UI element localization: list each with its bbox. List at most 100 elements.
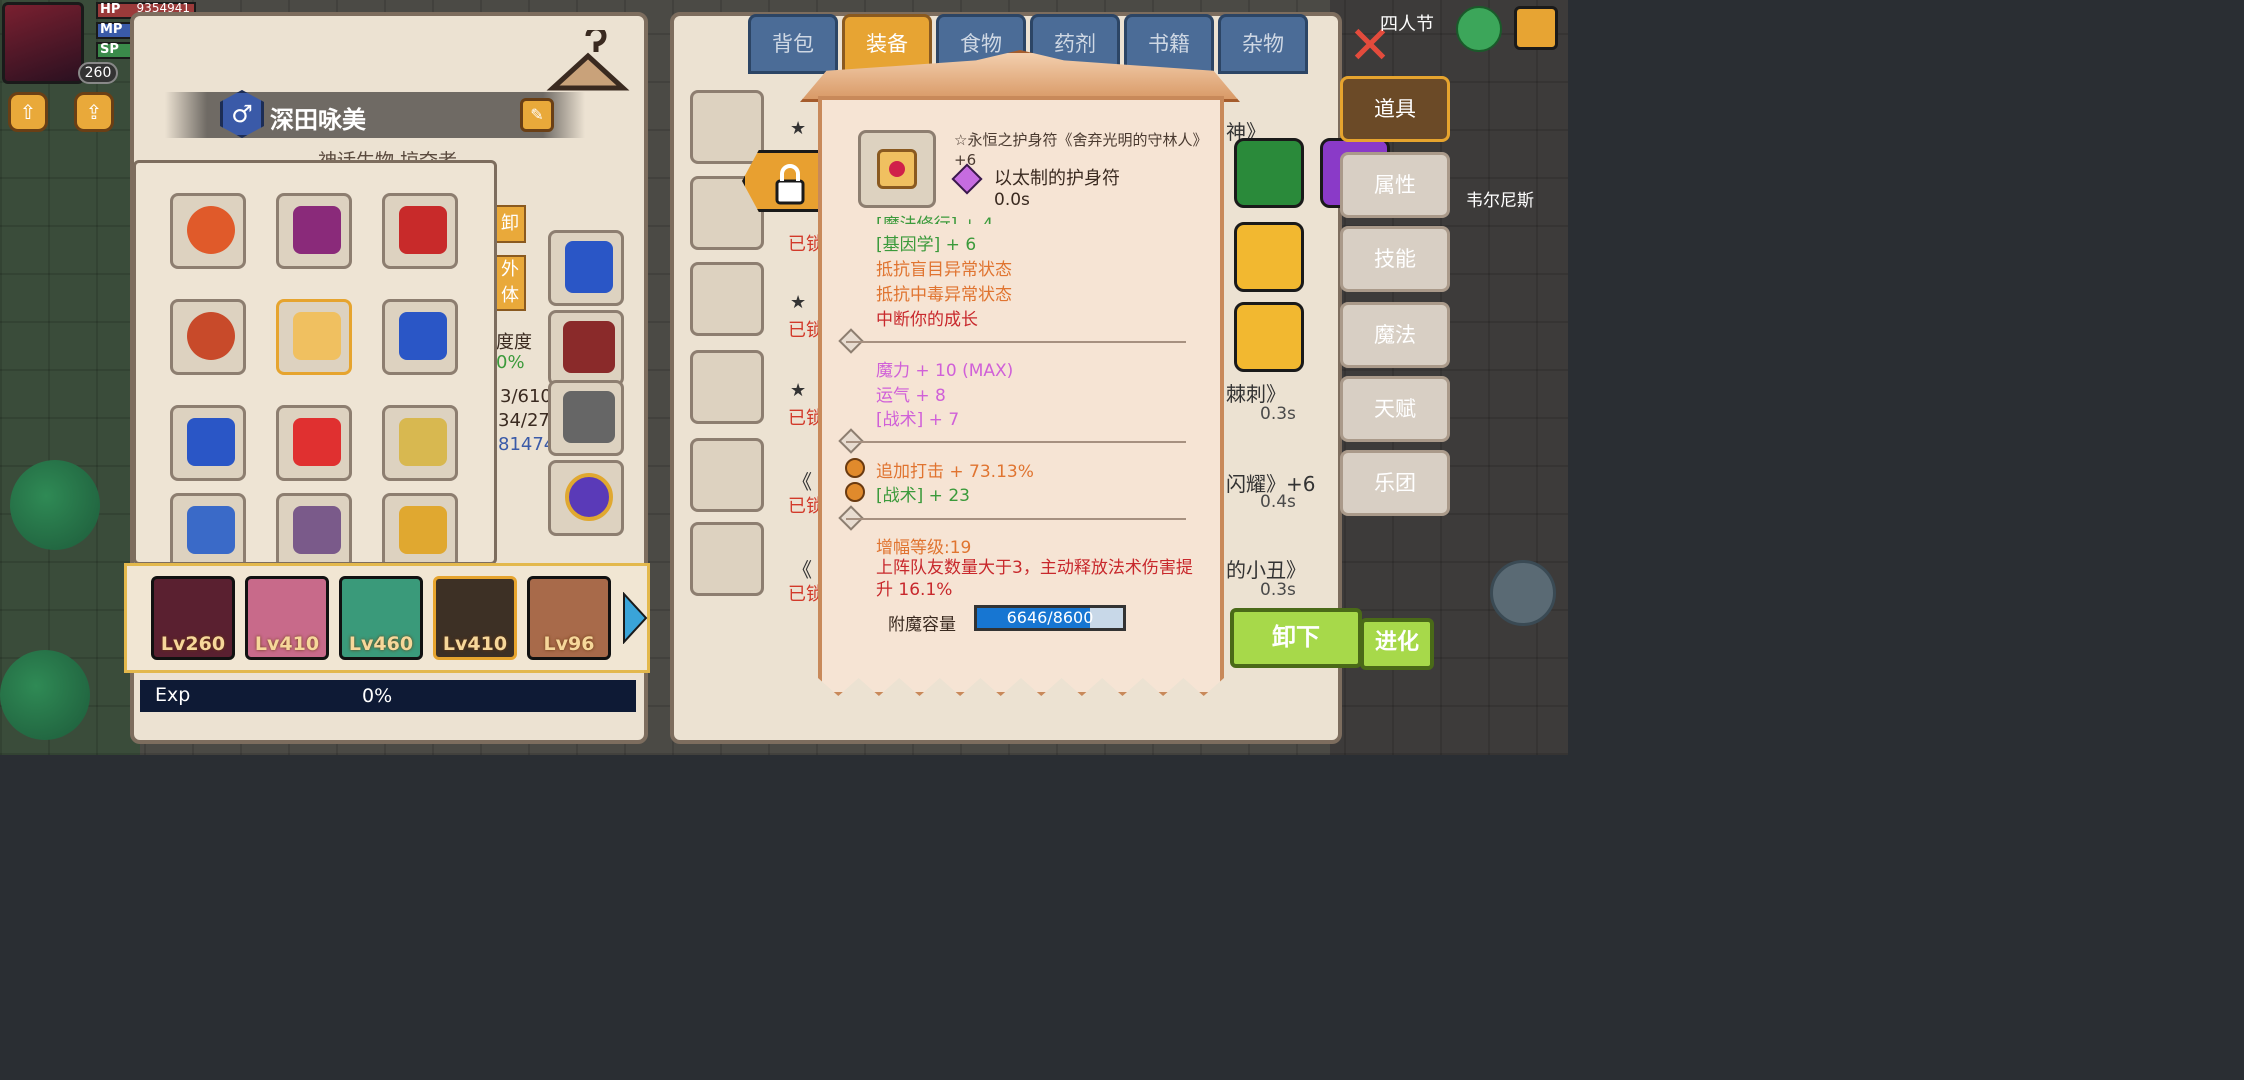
hanger-icon[interactable] <box>545 30 631 96</box>
magic-stat-line: 魔力 + 10 (MAX) <box>876 361 1014 381</box>
team-member-card[interactable]: Lv410 <box>245 576 329 660</box>
side-menu-talents[interactable]: 天赋 <box>1340 376 1450 442</box>
character-name: 深田咏美 <box>270 106 366 134</box>
team-member-level: Lv460 <box>348 633 414 655</box>
tab-backpack[interactable]: 背包 <box>748 14 838 74</box>
star-icon: ★ <box>790 118 807 139</box>
tree-decor <box>0 650 90 740</box>
rank-icon[interactable]: ⇧ <box>8 92 48 132</box>
side-menu-magic[interactable]: 魔法 <box>1340 302 1450 368</box>
player-portrait[interactable] <box>2 2 84 84</box>
evolve-button[interactable]: 进化 <box>1360 618 1434 670</box>
side-menu-band[interactable]: 乐团 <box>1340 450 1450 516</box>
bonus-line: 追加打击 + 73.13% <box>876 462 1034 482</box>
hp-label: HP <box>100 2 121 17</box>
minimize-icon[interactable] <box>1514 6 1558 50</box>
mp-label: MP <box>100 22 123 37</box>
gear-bullet-icon <box>845 482 865 502</box>
exp-value: 0% <box>362 685 393 707</box>
enchant-capacity-bar: 6646/8600 <box>974 605 1126 631</box>
inventory-item-mask[interactable] <box>690 522 764 596</box>
team-member-card[interactable]: Lv460 <box>339 576 423 660</box>
item-time: 0.3s <box>1260 404 1296 424</box>
boost-description: 上阵队友数量大于3，主动释放法术伤害提升 16.1% <box>876 558 1193 597</box>
equip-item-helm[interactable] <box>382 193 458 269</box>
stat-fragment-3: 81474 <box>498 434 556 455</box>
tree-decor <box>10 460 100 550</box>
skill-icon-sprout[interactable] <box>1234 302 1304 372</box>
resist-line: 抵抗盲目异常状态 <box>876 260 1012 280</box>
accessory-icon-bell[interactable] <box>1234 138 1304 208</box>
team-member-level: Lv260 <box>160 633 226 655</box>
appearance-tag[interactable]: 外体 <box>494 255 526 311</box>
equip-item-gold-sword[interactable] <box>382 405 458 481</box>
item-time: 0.4s <box>1260 492 1296 512</box>
edit-name-icon[interactable]: ✎ <box>520 98 554 132</box>
equip-slot-boots[interactable] <box>548 380 624 456</box>
next-arrow-icon[interactable] <box>622 592 648 644</box>
item-icon-amulet <box>858 130 936 208</box>
team-member-level: Lv410 <box>254 633 320 655</box>
tab-books[interactable]: 书籍 <box>1124 14 1214 74</box>
stat-line: [魔法修行] + 4 <box>876 210 993 224</box>
magic-stat-line: 运气 + 8 <box>876 386 946 406</box>
equip-item-horns[interactable] <box>382 493 458 562</box>
team-member-card[interactable]: Lv260 <box>151 576 235 660</box>
equipment-grid <box>133 160 497 565</box>
stat-line: [基因学] + 6 <box>876 235 977 255</box>
side-menu-skills[interactable]: 技能 <box>1340 226 1450 292</box>
side-menu-items[interactable]: 道具 <box>1340 76 1450 142</box>
equip-slot-gloves[interactable] <box>548 230 624 306</box>
team-member-card[interactable]: Lv96 <box>527 576 611 660</box>
star-icon: ★ <box>790 380 807 401</box>
stat-percent-fragment: 0% <box>496 352 525 373</box>
boost-level: 增幅等级:19 <box>876 538 972 558</box>
skill-icon-moon[interactable] <box>1234 222 1304 292</box>
team-member-level: Lv410 <box>442 633 508 655</box>
side-menu-attributes[interactable]: 属性 <box>1340 152 1450 218</box>
lock-icon <box>775 164 805 205</box>
guild-icon[interactable]: ⇪ <box>74 92 114 132</box>
gear-bullet-icon <box>845 458 865 478</box>
equip-item-gauntlet[interactable] <box>170 405 246 481</box>
item-time: 0.0s <box>994 190 1030 210</box>
unequip-button[interactable]: 卸下 <box>1230 608 1362 668</box>
equip-item-axe[interactable] <box>276 193 352 269</box>
equip-item-spear[interactable] <box>170 493 246 562</box>
equip-item-red-sword[interactable] <box>276 405 352 481</box>
magic-stat-line: [战术] + 7 <box>876 410 960 430</box>
equip-slot-ring[interactable] <box>548 460 624 536</box>
equip-item-eye-charm[interactable] <box>170 299 246 375</box>
exp-label: Exp <box>155 684 191 706</box>
team-member-card-selected[interactable]: Lv410 <box>433 576 517 660</box>
team-bar: Lv260 Lv410 Lv460 Lv410 Lv96 <box>124 563 650 673</box>
festival-label: 四人节 <box>1380 14 1434 35</box>
joystick-icon[interactable] <box>1490 560 1556 626</box>
globe-icon[interactable] <box>1456 6 1502 52</box>
equip-slot-armor[interactable] <box>548 310 624 386</box>
resist-line: 抵抗中毒异常状态 <box>876 285 1012 305</box>
item-name-fragment: 的小丑》 <box>1226 558 1306 582</box>
equip-item-gauntlet[interactable] <box>382 299 458 375</box>
curse-line: 中断你的成长 <box>876 310 978 330</box>
enchant-capacity-value: 6646/8600 <box>1006 608 1094 627</box>
equip-item-boots[interactable] <box>276 493 352 562</box>
player-level-badge: 260 <box>78 62 118 84</box>
stat-fragment-1: 3/610 <box>500 386 552 407</box>
unequip-tag[interactable]: 卸 <box>494 205 526 243</box>
lock-tab[interactable] <box>742 150 826 212</box>
item-name-fragment: 《 <box>792 558 812 582</box>
equip-item-flail[interactable] <box>170 193 246 269</box>
npc-name: 韦尔尼斯 <box>1466 191 1534 211</box>
inventory-item-helmet[interactable] <box>690 90 764 164</box>
inventory-item-necklace[interactable] <box>690 438 764 512</box>
inventory-item-belt[interactable] <box>690 350 764 424</box>
item-type: 以太制的护身符 <box>994 168 1120 189</box>
item-name-fragment: 《 <box>792 470 812 494</box>
bonus-line: [战术] + 23 <box>876 486 970 506</box>
inventory-item-spear[interactable] <box>690 262 764 336</box>
item-time: 0.3s <box>1260 580 1296 600</box>
equip-item-amulet[interactable] <box>276 299 352 375</box>
team-member-level: Lv96 <box>543 633 595 655</box>
tab-misc[interactable]: 杂物 <box>1218 14 1308 74</box>
